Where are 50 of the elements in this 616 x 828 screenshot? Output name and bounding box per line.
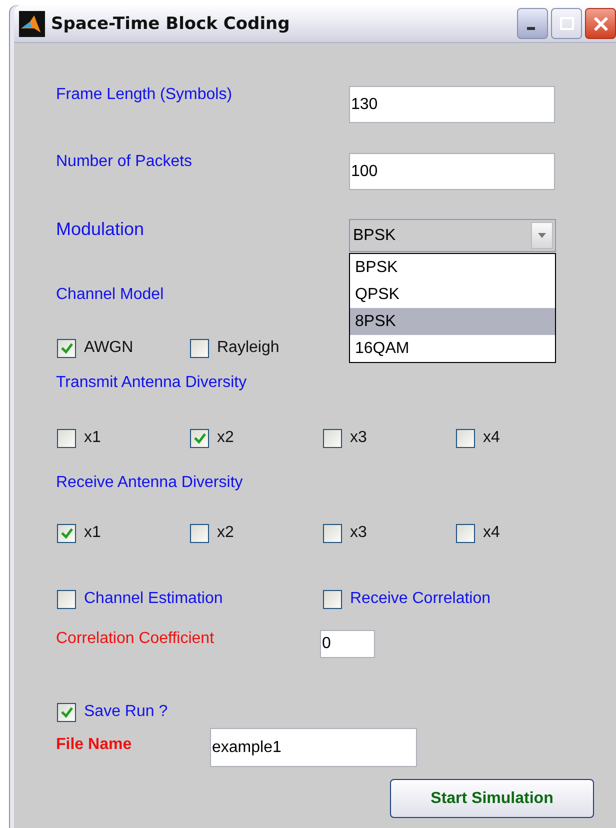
- input-field[interactable]: 0: [320, 630, 375, 658]
- dropdown-option[interactable]: QPSK: [350, 281, 555, 308]
- field-label: Correlation Coefficient: [56, 630, 216, 648]
- field-label: Modulation: [56, 219, 146, 240]
- checkbox[interactable]: [57, 338, 76, 358]
- checkbox-label: Rayleigh: [217, 339, 280, 357]
- checkbox[interactable]: [190, 338, 209, 358]
- dropdown-arrow-icon: [538, 233, 546, 238]
- checkbox[interactable]: [323, 590, 342, 608]
- dropdown-option[interactable]: BPSK: [350, 254, 555, 281]
- checkbox[interactable]: [190, 428, 209, 448]
- checkbox-label: x1: [84, 429, 101, 447]
- field-label: Number of Packets: [56, 153, 194, 171]
- checkbox-label: x3: [350, 524, 367, 542]
- checkbox-label: Receive Correlation: [350, 590, 491, 608]
- minimize-icon: [526, 27, 534, 30]
- checkbox[interactable]: [323, 524, 342, 542]
- section-label: Receive Antenna Diversity: [56, 474, 243, 492]
- checkbox-label: AWGN: [84, 339, 134, 357]
- checkbox[interactable]: [57, 524, 76, 542]
- checkbox-label: x2: [217, 524, 234, 542]
- field-label: Frame Length (Symbols): [56, 86, 234, 104]
- checkbox[interactable]: [190, 524, 209, 542]
- close-button[interactable]: [585, 8, 616, 39]
- field-label: File Name: [56, 736, 133, 754]
- start-simulation-button[interactable]: Start Simulation: [390, 779, 594, 818]
- section-label: Channel Model: [56, 286, 164, 304]
- input-field[interactable]: example1: [210, 728, 417, 767]
- checkbox-label: Save Run ?: [84, 703, 168, 721]
- checkbox[interactable]: [323, 428, 342, 448]
- minimize-button[interactable]: [517, 8, 548, 39]
- checkbox[interactable]: [57, 428, 76, 448]
- window-title: Space-Time Block Coding: [51, 14, 291, 34]
- checkbox-label: x1: [84, 524, 101, 542]
- checkbox-label: x2: [217, 429, 234, 447]
- checkbox[interactable]: [57, 702, 76, 722]
- dropdown[interactable]: BPSK: [349, 219, 556, 252]
- checkbox-label: Channel Estimation: [84, 590, 223, 608]
- input-field[interactable]: 100: [349, 153, 555, 190]
- checkbox-label: x4: [483, 524, 500, 542]
- checkbox[interactable]: [456, 428, 475, 448]
- input-field[interactable]: 130: [349, 86, 555, 123]
- checkbox-label: x3: [350, 429, 367, 447]
- app-logo-icon: [19, 10, 45, 36]
- checkbox-label: x4: [483, 429, 500, 447]
- dropdown-option[interactable]: 8PSK: [350, 308, 555, 335]
- dropdown-option[interactable]: 16QAM: [350, 335, 555, 362]
- checkbox[interactable]: [57, 590, 76, 608]
- checkbox[interactable]: [456, 524, 475, 542]
- section-label: Transmit Antenna Diversity: [56, 374, 247, 392]
